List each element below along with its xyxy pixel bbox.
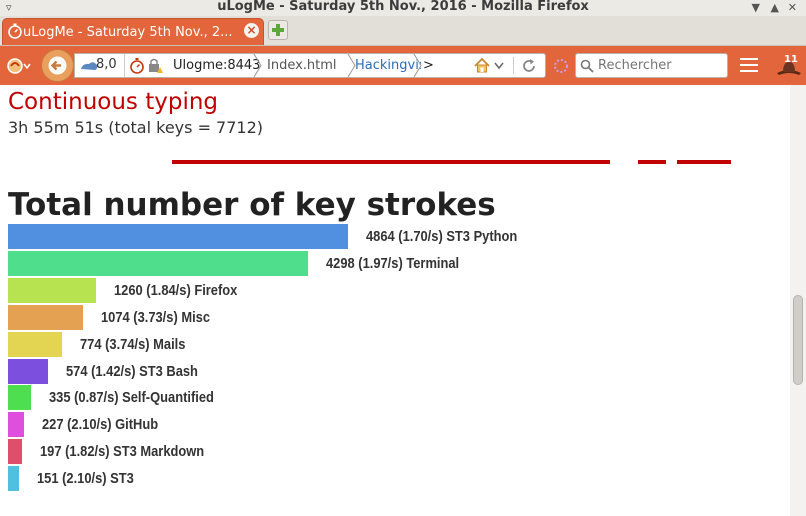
keystroke-bar-label: 574 (1.42/s) ST3 Bash: [66, 363, 198, 380]
loading-spinner-icon: [554, 59, 568, 73]
scrollbar-thumb[interactable]: [793, 295, 803, 385]
ulogme-stopwatch-icon[interactable]: [128, 57, 146, 74]
keystroke-bar-label: 151 (2.10/s) ST3: [37, 470, 134, 487]
keystroke-bar-label: 227 (2.10/s) GitHub: [42, 416, 159, 433]
breadcrumb-ulogme[interactable]: Ulogme:8443: [169, 57, 260, 76]
keystroke-bar-label: 335 (0.87/s) Self-Quantified: [49, 389, 214, 406]
chevron-down-icon[interactable]: [494, 62, 504, 70]
search-bar[interactable]: [575, 53, 728, 78]
breadcrumb-more[interactable]: >: [419, 57, 434, 76]
tab-close-icon[interactable]: ×: [244, 23, 259, 38]
home-icon[interactable]: [473, 57, 491, 74]
continuous-typing-stats: 3h 55m 51s (total keys = 7712): [8, 118, 264, 137]
keystroke-bar-label: 774 (3.74/s) Mails: [80, 336, 186, 353]
keystroke-bar: [8, 332, 62, 357]
keystroke-bar: [8, 305, 83, 330]
tab-bar: uLogMe - Saturday 5th Nov., 2... ×: [0, 16, 806, 46]
keystroke-bar: [8, 359, 48, 384]
keystroke-bar-label: 197 (1.82/s) ST3 Markdown: [40, 443, 205, 460]
window-titlebar: uLogMe - Saturday 5th Nov., 2016 - Mozil…: [0, 0, 806, 16]
keystroke-bar: [8, 385, 31, 410]
keystroke-bar-label: 1074 (3.73/s) Misc: [101, 309, 211, 326]
window-menu-icon[interactable]: ▿: [6, 1, 12, 14]
new-tab-button[interactable]: [268, 20, 288, 40]
reload-icon[interactable]: [521, 58, 537, 74]
close-window-icon[interactable]: ✕: [788, 1, 797, 14]
search-icon: [580, 59, 594, 73]
breadcrumb-hackingvis[interactable]: Hackingvis: [351, 57, 421, 76]
extension-counter[interactable]: 8,0: [96, 57, 117, 72]
firefox-menu-icon[interactable]: [6, 57, 32, 75]
typing-session-bar: [677, 160, 731, 164]
keystroke-bar: [8, 251, 308, 276]
search-input[interactable]: [598, 57, 723, 73]
tab-title: uLogMe - Saturday 5th Nov., 2...: [23, 25, 233, 40]
keystroke-bar: [8, 466, 19, 491]
back-arrow-icon: [48, 56, 67, 75]
keystrokes-title: Total number of key strokes: [8, 187, 496, 223]
keystroke-bar-label: 4298 (1.97/s) Terminal: [326, 255, 460, 272]
keystroke-bar: [8, 278, 96, 303]
hamburger-menu-icon[interactable]: [740, 58, 758, 72]
maximize-icon[interactable]: ▲: [771, 1, 779, 14]
back-button[interactable]: [41, 49, 74, 82]
page-content: Continuous typing 3h 55m 51s (total keys…: [0, 85, 790, 516]
breadcrumb-separator: [253, 54, 262, 77]
minimize-icon[interactable]: ▼: [752, 1, 760, 14]
notification-badge[interactable]: 11: [775, 51, 803, 79]
url-bar[interactable]: Ulogme:8443 Index.html Hackingvis >: [74, 53, 546, 78]
tab-ulogme[interactable]: uLogMe - Saturday 5th Nov., 2... ×: [2, 18, 264, 45]
continuous-typing-title: Continuous typing: [8, 89, 219, 115]
keystroke-bar: [8, 412, 24, 437]
page-scrollbar[interactable]: [790, 85, 806, 516]
notification-count: 11: [784, 54, 798, 65]
keystroke-bar: [8, 224, 348, 249]
keystroke-bar-label: 4864 (1.70/s) ST3 Python: [366, 228, 518, 245]
breadcrumb-index[interactable]: Index.html: [263, 57, 351, 76]
warning-lock-icon[interactable]: [147, 58, 163, 74]
keystroke-bar: [8, 439, 22, 464]
keystroke-bar-label: 1260 (1.84/s) Firefox: [114, 282, 238, 299]
window-title: uLogMe - Saturday 5th Nov., 2016 - Mozil…: [217, 0, 589, 14]
typing-session-bar: [638, 160, 666, 164]
typing-session-bar: [172, 160, 610, 164]
stopwatch-icon: [8, 23, 22, 39]
navigation-bar: Ulogme:8443 Index.html Hackingvis > 8,0: [0, 46, 806, 85]
plus-icon: [272, 24, 284, 36]
